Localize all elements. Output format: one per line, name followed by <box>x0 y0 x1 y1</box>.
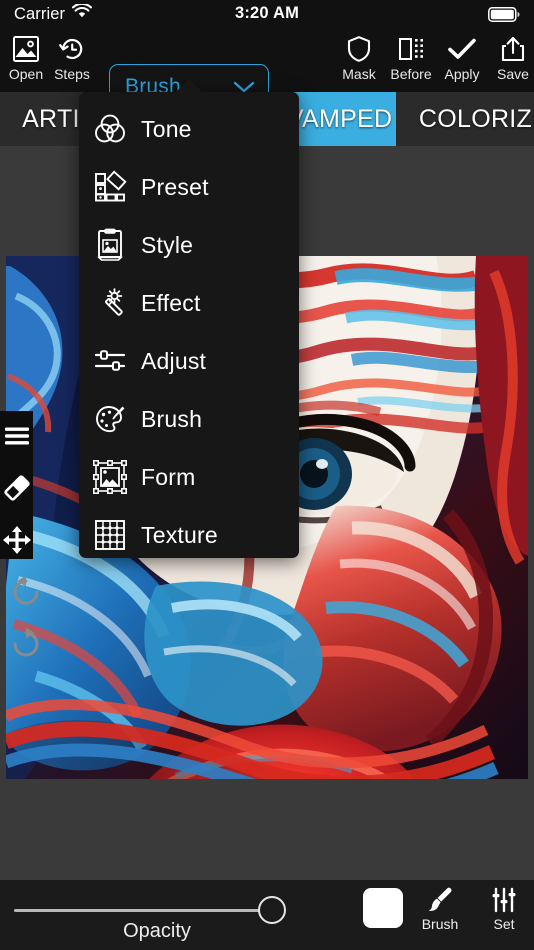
redo-icon[interactable] <box>0 620 52 668</box>
opacity-slider-label: Opacity <box>123 920 191 942</box>
steps-label: Steps <box>54 66 90 82</box>
share-export-icon <box>499 32 527 66</box>
save-button[interactable]: Save <box>487 32 534 90</box>
menu-item-style-label: Style <box>141 231 194 258</box>
menu-item-adjust-label: Adjust <box>141 347 207 374</box>
color-swatch[interactable] <box>363 888 403 928</box>
paintbrush-icon <box>425 884 455 916</box>
status-bar: Carrier 3:20 AM <box>0 0 534 28</box>
menu-item-effect[interactable]: Effect <box>79 274 299 332</box>
grid-texture-icon <box>79 518 141 552</box>
dropdown-caret <box>175 79 203 93</box>
before-label: Before <box>390 66 432 82</box>
menu-item-form-label: Form <box>141 463 196 490</box>
venn-circles-tone-icon <box>79 112 141 146</box>
sliders-settings-icon <box>490 884 518 916</box>
before-button[interactable]: Before <box>385 32 437 90</box>
brush-tool-button[interactable]: Brush <box>412 884 468 932</box>
hamburger-menu-icon[interactable] <box>0 412 33 460</box>
menu-item-preset[interactable]: Preset <box>79 158 299 216</box>
opacity-slider[interactable]: Opacity <box>12 880 302 950</box>
palette-brush-icon <box>79 402 141 436</box>
menu-item-tone[interactable]: Tone <box>79 100 299 158</box>
checkmark-icon <box>447 32 477 66</box>
battery-full-icon <box>488 7 520 27</box>
before-after-compare-icon <box>397 32 425 66</box>
menu-item-texture-label: Texture <box>141 521 218 548</box>
save-label: Save <box>497 66 529 82</box>
eraser-icon[interactable] <box>0 464 33 512</box>
color-swatches-preset-icon <box>79 170 141 204</box>
menu-item-form[interactable]: Form <box>79 448 299 506</box>
clock-label: 3:20 AM <box>234 4 300 22</box>
image-open-icon <box>12 32 40 66</box>
sliders-adjust-icon <box>79 344 141 378</box>
menu-item-preset-label: Preset <box>141 173 209 200</box>
history-steps-icon <box>58 32 86 66</box>
apply-button[interactable]: Apply <box>436 32 488 90</box>
undo-icon[interactable] <box>0 568 52 616</box>
menu-item-texture[interactable]: Texture <box>79 506 299 564</box>
brush-tool-label: Brush <box>421 916 459 932</box>
tab-colorize[interactable]: COLORIZE <box>404 92 534 146</box>
menu-item-brush[interactable]: Brush <box>79 390 299 448</box>
open-button[interactable]: Open <box>0 32 52 90</box>
move-arrows-icon[interactable] <box>0 516 33 564</box>
apply-label: Apply <box>444 66 480 82</box>
magic-wand-effect-icon <box>79 286 141 320</box>
framed-picture-style-icon <box>79 228 141 262</box>
menu-item-adjust[interactable]: Adjust <box>79 332 299 390</box>
mask-button[interactable]: Mask <box>333 32 385 90</box>
top-toolbar: Open Steps Brush Mask Before Apply Save <box>0 28 534 110</box>
settings-label: Set <box>493 916 515 932</box>
settings-button[interactable]: Set <box>476 884 532 932</box>
menu-item-style[interactable]: Style <box>79 216 299 274</box>
menu-item-brush-label: Brush <box>141 405 203 432</box>
mode-dropdown-menu: Tone Preset Style Effect Adjust Brush Fo… <box>79 92 299 558</box>
mask-label: Mask <box>342 66 376 82</box>
open-label: Open <box>8 66 44 82</box>
menu-item-tone-label: Tone <box>141 115 192 142</box>
app-root: Carrier 3:20 AM Open Steps Brush Mask Be… <box>0 0 534 950</box>
menu-item-effect-label: Effect <box>141 289 201 316</box>
opacity-slider-track[interactable] <box>14 909 284 912</box>
steps-button[interactable]: Steps <box>46 32 98 90</box>
transform-frame-form-icon <box>93 460 127 494</box>
shield-mask-icon <box>346 32 372 66</box>
